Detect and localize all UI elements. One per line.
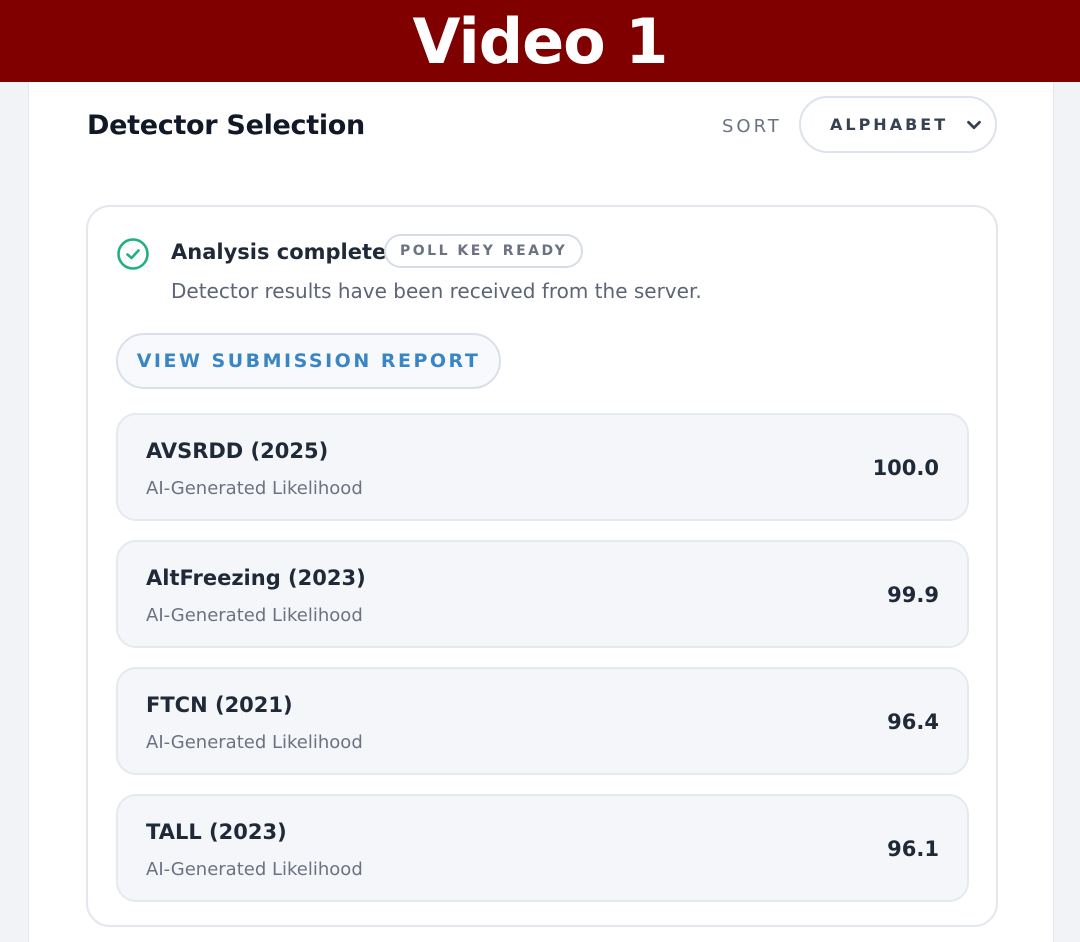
- detector-score: 96.1: [887, 837, 939, 861]
- chevron-down-icon: [967, 120, 981, 130]
- check-circle-icon: [117, 238, 149, 270]
- status-description: Detector results have been received from…: [171, 279, 702, 303]
- detector-metric: AI-Generated Likelihood: [146, 605, 363, 626]
- detector-score: 99.9: [887, 583, 939, 607]
- video-banner: Video 1: [0, 0, 1080, 82]
- detector-score: 96.4: [887, 710, 939, 734]
- sort-label: SORT: [722, 116, 782, 137]
- result-row[interactable]: AltFreezing (2023) AI-Generated Likeliho…: [116, 540, 969, 648]
- detector-name: AVSRDD (2025): [146, 439, 329, 463]
- detector-name: FTCN (2021): [146, 693, 293, 717]
- status-title: Analysis complete: [171, 240, 387, 264]
- results-card: Analysis complete POLL KEY READY Detecto…: [86, 205, 998, 927]
- status-badge: POLL KEY READY: [384, 234, 584, 268]
- view-submission-report-button[interactable]: VIEW SUBMISSION REPORT: [116, 333, 501, 389]
- detector-metric: AI-Generated Likelihood: [146, 478, 363, 499]
- result-row[interactable]: TALL (2023) AI-Generated Likelihood 96.1: [116, 794, 969, 902]
- detector-name: TALL (2023): [146, 820, 287, 844]
- detector-score: 100.0: [872, 456, 939, 480]
- detector-panel: Detector Selection SORT ALPHABET Analysi…: [28, 82, 1054, 942]
- detector-metric: AI-Generated Likelihood: [146, 859, 363, 880]
- detector-name: AltFreezing (2023): [146, 566, 366, 590]
- section-title: Detector Selection: [87, 110, 365, 141]
- result-row[interactable]: FTCN (2021) AI-Generated Likelihood 96.4: [116, 667, 969, 775]
- banner-title: Video 1: [412, 4, 669, 78]
- sort-selected-value: ALPHABET: [830, 115, 949, 134]
- detector-metric: AI-Generated Likelihood: [146, 732, 363, 753]
- result-row[interactable]: AVSRDD (2025) AI-Generated Likelihood 10…: [116, 413, 969, 521]
- sort-select[interactable]: ALPHABET: [799, 96, 997, 153]
